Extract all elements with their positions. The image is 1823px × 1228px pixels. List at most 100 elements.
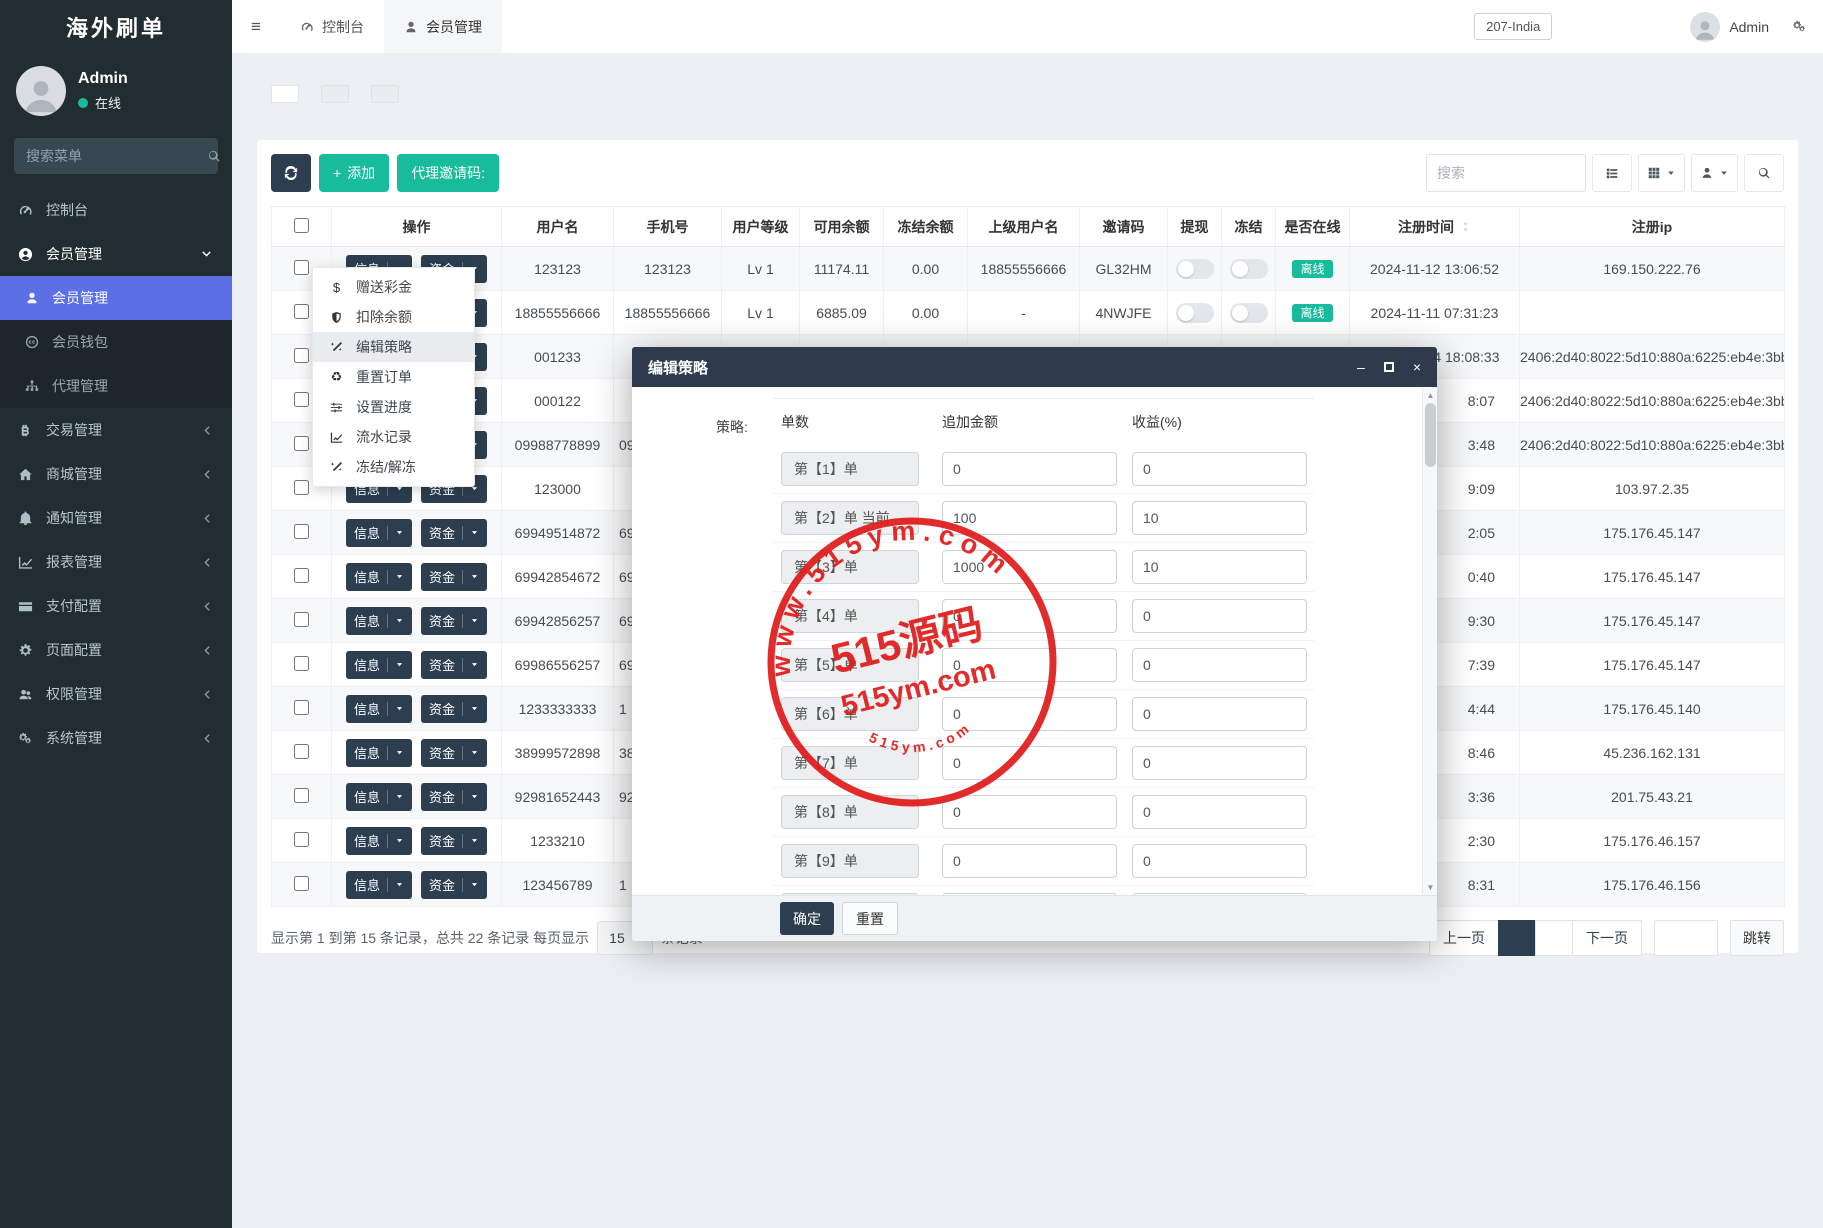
fund-button[interactable]: 资金: [420, 650, 487, 679]
action-menu-item[interactable]: ♻ 重置订单: [313, 362, 474, 392]
extra-amount-input[interactable]: [942, 501, 1117, 535]
fund-button[interactable]: 资金: [420, 518, 487, 547]
column-header[interactable]: 提现: [1167, 206, 1222, 247]
row-checkbox[interactable]: [294, 611, 309, 627]
filter-tab[interactable]: [371, 85, 399, 103]
jump-page-input[interactable]: [1654, 920, 1718, 956]
extra-amount-input[interactable]: [942, 746, 1117, 780]
extra-amount-input[interactable]: [942, 648, 1117, 682]
action-menu-item[interactable]: 设置进度: [313, 392, 474, 422]
row-checkbox[interactable]: [294, 435, 309, 451]
fund-button[interactable]: 资金: [420, 782, 487, 811]
sidebar-item[interactable]: 通知管理: [0, 496, 232, 540]
add-button[interactable]: + 添加: [319, 154, 390, 192]
sidebar-item[interactable]: 会员管理: [0, 232, 232, 276]
extra-amount-input[interactable]: [942, 697, 1117, 731]
maximize-icon[interactable]: [1383, 362, 1394, 372]
sidebar-item[interactable]: 页面配置: [0, 628, 232, 672]
prev-page-button[interactable]: 上一页: [1429, 920, 1499, 956]
filter-tab[interactable]: [271, 85, 299, 103]
action-menu-item[interactable]: 冻结/解冻: [313, 452, 474, 482]
row-checkbox[interactable]: [294, 743, 309, 759]
row-checkbox[interactable]: [294, 391, 309, 407]
column-header[interactable]: 上级用户名: [967, 206, 1080, 247]
profit-percent-input[interactable]: [1132, 550, 1307, 584]
fund-button[interactable]: 资金: [420, 606, 487, 635]
modal-header[interactable]: 编辑策略 – ×: [632, 347, 1437, 387]
page-button[interactable]: [1498, 920, 1536, 956]
sort-icon[interactable]: [1460, 221, 1471, 232]
row-checkbox[interactable]: [294, 655, 309, 671]
fund-button[interactable]: 资金: [420, 870, 487, 899]
column-header[interactable]: 用户名: [501, 206, 614, 247]
sidebar-item[interactable]: 代理管理: [0, 364, 232, 408]
toolbar-view-button[interactable]: [1744, 154, 1784, 192]
user-menu[interactable]: Admin: [1690, 11, 1769, 42]
row-checkbox[interactable]: [294, 259, 309, 275]
row-checkbox[interactable]: [294, 479, 309, 495]
profit-percent-input[interactable]: [1132, 452, 1307, 486]
profit-percent-input[interactable]: [1132, 746, 1307, 780]
fund-button[interactable]: 资金: [420, 826, 487, 855]
toolbar-view-button[interactable]: [1592, 154, 1632, 192]
info-button[interactable]: 信息: [346, 518, 413, 547]
action-menu-item[interactable]: 流水记录: [313, 422, 474, 452]
table-search-input[interactable]: [1426, 154, 1586, 192]
extra-amount-input[interactable]: [942, 844, 1117, 878]
sidebar-item[interactable]: 报表管理: [0, 540, 232, 584]
row-checkbox[interactable]: [294, 875, 309, 891]
close-icon[interactable]: ×: [1413, 360, 1421, 374]
info-button[interactable]: 信息: [346, 738, 413, 767]
info-button[interactable]: 信息: [346, 694, 413, 723]
select-all-checkbox[interactable]: [294, 217, 309, 233]
sidebar-item[interactable]: 商城管理: [0, 452, 232, 496]
column-header[interactable]: 是否在线: [1275, 206, 1350, 247]
profit-percent-input[interactable]: [1132, 697, 1307, 731]
column-header[interactable]: 冻结: [1221, 206, 1276, 247]
column-header[interactable]: 邀请码: [1079, 206, 1168, 247]
column-header[interactable]: 操作: [331, 206, 502, 247]
refresh-button[interactable]: [271, 154, 311, 192]
page-button[interactable]: [1535, 920, 1573, 956]
sidebar-item[interactable]: 交易管理: [0, 408, 232, 452]
sidebar-item[interactable]: 权限管理: [0, 672, 232, 716]
info-button[interactable]: 信息: [346, 650, 413, 679]
sidebar-item[interactable]: 会员钱包: [0, 320, 232, 364]
info-button[interactable]: 信息: [346, 826, 413, 855]
extra-amount-input[interactable]: [942, 452, 1117, 486]
info-button[interactable]: 信息: [346, 870, 413, 899]
column-header[interactable]: 冻结余额: [883, 206, 968, 247]
action-menu-item[interactable]: 编辑策略: [313, 332, 474, 362]
column-header[interactable]: 用户等级: [721, 206, 800, 247]
jump-button[interactable]: 跳转: [1730, 920, 1784, 956]
confirm-button[interactable]: 确定: [780, 902, 834, 935]
agent-invite-button[interactable]: 代理邀请码:: [397, 154, 500, 192]
profit-percent-input[interactable]: [1132, 795, 1307, 829]
scrollbar-thumb[interactable]: [1425, 403, 1436, 467]
toolbar-view-button[interactable]: [1691, 154, 1738, 192]
extra-amount-input[interactable]: [942, 550, 1117, 584]
reset-button[interactable]: 重置: [842, 902, 898, 935]
profit-percent-input[interactable]: [1132, 648, 1307, 682]
extra-amount-input[interactable]: [942, 599, 1117, 633]
minimize-icon[interactable]: –: [1357, 360, 1365, 374]
column-header[interactable]: 注册ip: [1519, 206, 1785, 247]
freeze-toggle[interactable]: [1229, 258, 1268, 279]
info-button[interactable]: 信息: [346, 782, 413, 811]
row-checkbox[interactable]: [294, 567, 309, 583]
row-checkbox[interactable]: [294, 347, 309, 363]
withdraw-toggle[interactable]: [1175, 302, 1214, 323]
sidebar-item[interactable]: 控制台: [0, 188, 232, 232]
next-page-button[interactable]: 下一页: [1572, 920, 1642, 956]
profit-percent-input[interactable]: [1132, 599, 1307, 633]
column-header[interactable]: 可用余额: [799, 206, 884, 247]
scroll-up-icon[interactable]: ▲: [1423, 388, 1437, 402]
row-checkbox[interactable]: [294, 523, 309, 539]
profit-percent-input[interactable]: [1132, 844, 1307, 878]
fund-button[interactable]: 资金: [420, 562, 487, 591]
sidebar-item[interactable]: 支付配置: [0, 584, 232, 628]
cogs-icon[interactable]: [1792, 19, 1807, 34]
sidebar-search-input[interactable]: [14, 148, 207, 164]
search-icon[interactable]: [207, 149, 221, 163]
fund-button[interactable]: 资金: [420, 738, 487, 767]
